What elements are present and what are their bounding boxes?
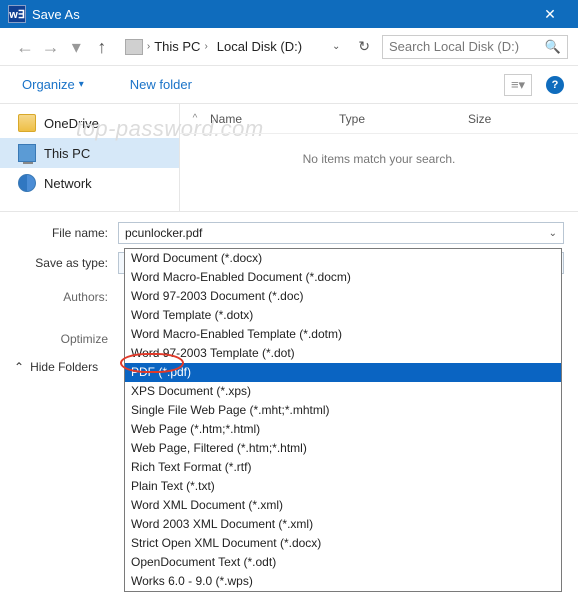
file-type-option[interactable]: OpenDocument Text (*.odt) — [125, 553, 561, 572]
help-button[interactable]: ? — [546, 76, 564, 94]
window-title: Save As — [32, 7, 530, 22]
column-type[interactable]: Type — [339, 112, 468, 126]
breadcrumb-current[interactable]: Local Disk (D:) ⌄ — [212, 35, 346, 59]
search-input[interactable]: Search Local Disk (D:) 🔍 — [382, 35, 568, 59]
title-bar: w∃ Save As ✕ — [0, 0, 578, 28]
file-list-header: ^ Name Type Size — [180, 104, 578, 134]
view-icon: ≡▾ — [511, 77, 525, 93]
search-placeholder: Search Local Disk (D:) — [389, 39, 519, 54]
recent-locations-button[interactable]: ▾ — [65, 38, 87, 56]
file-type-option[interactable]: Word XML Document (*.xml) — [125, 496, 561, 515]
view-options-button[interactable]: ≡▾ — [504, 74, 532, 96]
sidebar-item-label: This PC — [44, 146, 90, 161]
filename-value: pcunlocker.pdf — [125, 226, 202, 240]
word-app-icon: w∃ — [8, 5, 26, 23]
column-size[interactable]: Size — [468, 112, 578, 126]
chevron-down-icon: ⌄ — [332, 41, 340, 52]
file-type-option[interactable]: PDF (*.pdf) — [125, 363, 561, 382]
file-type-option[interactable]: Single File Web Page (*.mht;*.mhtml) — [125, 401, 561, 420]
file-type-option[interactable]: Word Macro-Enabled Document (*.docm) — [125, 268, 561, 287]
optimize-label: Optimize — [14, 324, 118, 346]
file-list: ^ Name Type Size No items match your sea… — [180, 104, 578, 211]
breadcrumb-this-pc[interactable]: This PC — [154, 39, 200, 54]
toolbar: Organize ▾ New folder ≡▾ ? — [0, 66, 578, 104]
network-icon — [18, 174, 36, 192]
sidebar-item-network[interactable]: Network — [0, 168, 179, 198]
breadcrumb-sep-1: › — [204, 41, 207, 52]
new-folder-button[interactable]: New folder — [122, 73, 200, 96]
navigation-pane: OneDrive This PC Network — [0, 104, 180, 211]
file-type-option[interactable]: Works 6.0 - 9.0 (*.wps) — [125, 572, 561, 591]
chevron-down-icon: ▾ — [79, 79, 84, 90]
onedrive-icon — [18, 114, 36, 132]
nav-arrows: ← → ▾ ↑ — [14, 38, 113, 56]
file-type-option[interactable]: XPS Document (*.xps) — [125, 382, 561, 401]
authors-label: Authors: — [14, 282, 118, 304]
file-type-option[interactable]: Word 2003 XML Document (*.xml) — [125, 515, 561, 534]
sidebar-item-label: OneDrive — [44, 116, 99, 131]
file-type-option[interactable]: Word Document (*.docx) — [125, 249, 561, 268]
filename-label: File name: — [14, 226, 118, 240]
chevron-up-icon: ⌃ — [14, 360, 24, 374]
file-type-option[interactable]: Word 97-2003 Template (*.dot) — [125, 344, 561, 363]
sidebar-item-onedrive[interactable]: OneDrive — [0, 108, 179, 138]
forward-button[interactable]: → — [40, 38, 62, 56]
file-type-option[interactable]: Word Macro-Enabled Template (*.dotm) — [125, 325, 561, 344]
file-type-option[interactable]: Rich Text Format (*.rtf) — [125, 458, 561, 477]
file-type-option[interactable]: Word 97-2003 Document (*.doc) — [125, 287, 561, 306]
search-icon: 🔍 — [545, 39, 561, 55]
breadcrumb-sep-0: › — [147, 41, 150, 52]
breadcrumb[interactable]: › This PC › Local Disk (D:) ⌄ — [125, 35, 346, 59]
file-type-dropdown[interactable]: Word Document (*.docx)Word Macro-Enabled… — [124, 248, 562, 592]
organize-label: Organize — [22, 77, 75, 92]
filename-input[interactable]: pcunlocker.pdf ⌄ — [118, 222, 564, 244]
file-type-option[interactable]: Plain Text (*.txt) — [125, 477, 561, 496]
this-pc-icon — [18, 144, 36, 162]
pc-icon — [125, 39, 143, 55]
chevron-down-icon: ⌄ — [549, 228, 557, 239]
sidebar-item-this-pc[interactable]: This PC — [0, 138, 179, 168]
file-type-option[interactable]: Word Template (*.dotx) — [125, 306, 561, 325]
file-type-option[interactable]: Web Page, Filtered (*.htm;*.html) — [125, 439, 561, 458]
back-button[interactable]: ← — [14, 38, 36, 56]
hide-folders-label: Hide Folders — [30, 360, 98, 374]
refresh-button[interactable]: ↻ — [358, 38, 370, 55]
content-area: OneDrive This PC Network ^ Name Type Siz… — [0, 104, 578, 212]
sidebar-item-label: Network — [44, 176, 92, 191]
column-name[interactable]: Name — [210, 112, 339, 126]
file-type-option[interactable]: Web Page (*.htm;*.html) — [125, 420, 561, 439]
new-folder-label: New folder — [130, 77, 192, 92]
address-bar: ← → ▾ ↑ › This PC › Local Disk (D:) ⌄ ↻ … — [0, 28, 578, 66]
up-button[interactable]: ↑ — [91, 38, 113, 56]
close-button[interactable]: ✕ — [530, 6, 570, 23]
sort-chevron-icon[interactable]: ^ — [180, 113, 210, 124]
organize-button[interactable]: Organize ▾ — [14, 73, 92, 96]
save-as-type-label: Save as type: — [14, 256, 118, 270]
empty-message: No items match your search. — [180, 134, 578, 166]
breadcrumb-local-disk: Local Disk (D:) — [217, 39, 302, 54]
